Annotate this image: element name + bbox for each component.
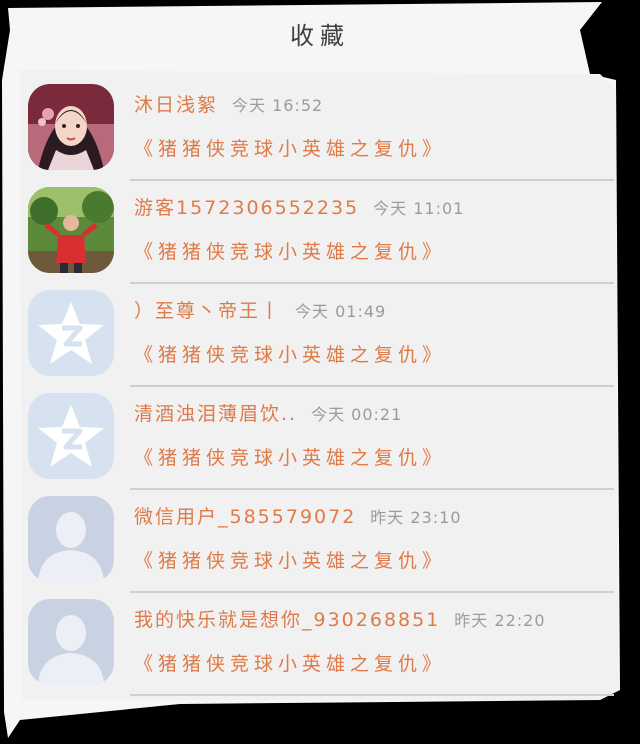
user-name: ）至尊丶帝王丨 <box>134 300 282 322</box>
timestamp: 今天 01:49 <box>295 302 387 321</box>
item-name-line: 沐日浅絮 今天 16:52 <box>134 90 323 117</box>
message-text: 《猪猪侠竞球小英雄之复仇》 <box>134 653 447 675</box>
favorites-list: 沐日浅絮 今天 16:52 《猪猪侠竞球小英雄之复仇》 游客1572306552… <box>24 78 616 696</box>
photo-person-avatar[interactable] <box>28 187 114 273</box>
page-title: 收藏 <box>290 22 350 50</box>
favorites-page: 收藏 沐日浅絮 今天 16:52 《猪猪侠竞球小英雄之复仇》 游客1572306… <box>0 0 640 744</box>
timestamp: 今天 16:52 <box>232 96 324 115</box>
list-item[interactable]: ）至尊丶帝王丨 今天 01:49 《猪猪侠竞球小英雄之复仇》 <box>24 284 616 387</box>
user-name: 沐日浅絮 <box>134 94 219 116</box>
item-name-line: 微信用户_585579072 昨天 23:10 <box>134 502 462 529</box>
anime-girl-avatar[interactable] <box>28 84 114 170</box>
message-text: 《猪猪侠竞球小英雄之复仇》 <box>134 138 447 160</box>
user-name: 微信用户_585579072 <box>134 506 357 528</box>
default-user-avatar[interactable] <box>28 496 114 582</box>
list-item[interactable]: 微信用户_585579072 昨天 23:10 《猪猪侠竞球小英雄之复仇》 <box>24 490 616 593</box>
message-text: 《猪猪侠竞球小英雄之复仇》 <box>134 447 447 469</box>
timestamp: 今天 11:01 <box>373 199 465 218</box>
message-text: 《猪猪侠竞球小英雄之复仇》 <box>134 550 447 572</box>
list-item[interactable]: 沐日浅絮 今天 16:52 《猪猪侠竞球小英雄之复仇》 <box>24 78 616 181</box>
default-user-avatar[interactable] <box>28 599 114 685</box>
timestamp: 今天 00:21 <box>311 405 403 424</box>
message-text: 《猪猪侠竞球小英雄之复仇》 <box>134 344 447 366</box>
message-text: 《猪猪侠竞球小英雄之复仇》 <box>134 241 447 263</box>
timestamp: 昨天 23:10 <box>370 508 462 527</box>
divider <box>130 694 614 696</box>
item-name-line: 游客1572306552235 今天 11:01 <box>134 193 464 220</box>
item-name-line: 我的快乐就是想你_930268851 昨天 22:20 <box>134 605 546 632</box>
list-item[interactable]: 我的快乐就是想你_930268851 昨天 22:20 《猪猪侠竞球小英雄之复仇》 <box>24 593 616 696</box>
list-item[interactable]: 清酒浊泪薄眉饮.. 今天 00:21 《猪猪侠竞球小英雄之复仇》 <box>24 387 616 490</box>
item-name-line: ）至尊丶帝王丨 今天 01:49 <box>134 296 386 323</box>
timestamp: 昨天 22:20 <box>454 611 546 630</box>
qzone-star-avatar[interactable] <box>28 393 114 479</box>
user-name: 我的快乐就是想你_930268851 <box>134 609 441 631</box>
list-item[interactable]: 游客1572306552235 今天 11:01 《猪猪侠竞球小英雄之复仇》 <box>24 181 616 284</box>
qzone-star-avatar[interactable] <box>28 290 114 376</box>
user-name: 清酒浊泪薄眉饮.. <box>134 403 298 425</box>
user-name: 游客1572306552235 <box>134 197 360 219</box>
item-name-line: 清酒浊泪薄眉饮.. 今天 00:21 <box>134 399 402 426</box>
